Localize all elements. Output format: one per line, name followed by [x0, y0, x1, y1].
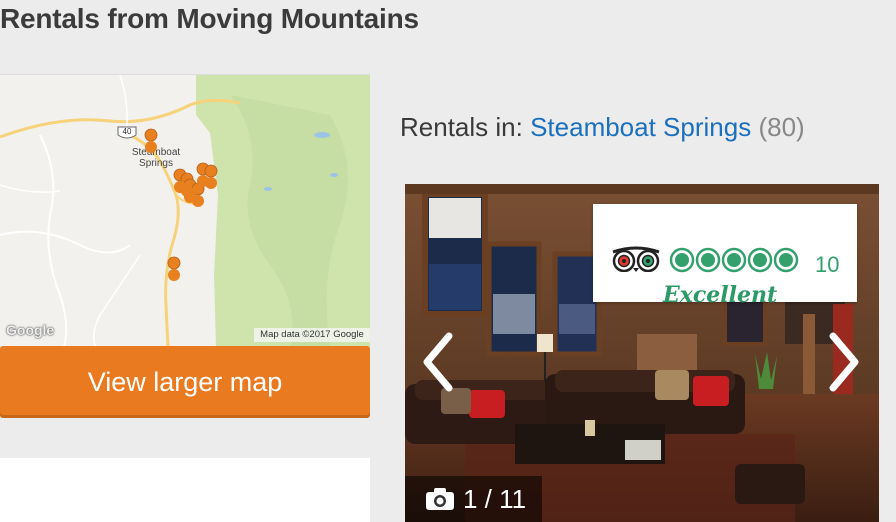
chevron-right-icon[interactable] [823, 330, 863, 394]
chevron-left-icon[interactable] [419, 330, 459, 394]
tripadvisor-owl-icon [612, 246, 660, 272]
rating-bubble-fill [675, 253, 689, 267]
rating-bubble-fill [701, 253, 715, 267]
map-panel[interactable]: 40 Steamboat Springs [0, 74, 370, 347]
rating-bubble-fill [727, 253, 741, 267]
highway-label: 40 [123, 127, 132, 136]
rating-bubbles [669, 247, 799, 273]
page-title: Rentals from Moving Mountains [0, 3, 419, 34]
photo-counter-text: 1 / 11 [463, 484, 527, 514]
map-pin [204, 164, 218, 178]
city-label-2: Springs [139, 158, 173, 169]
map-image[interactable]: 40 Steamboat Springs [0, 75, 370, 347]
rating-box[interactable]: 10 Excellent [593, 204, 857, 308]
rentals-location-link[interactable]: Steamboat Springs [530, 112, 751, 142]
rating-bubble-fill [779, 253, 793, 267]
photo-counter[interactable]: 1 / 11 [405, 476, 543, 522]
rentals-count: (80) [758, 112, 805, 142]
sidebar-panel [0, 458, 370, 522]
rating-label: Excellent [663, 282, 778, 308]
view-larger-map-button[interactable]: View larger map [0, 346, 370, 418]
google-logo: Google [6, 322, 55, 338]
map-pin [167, 256, 181, 270]
camera-icon [426, 488, 454, 510]
rentals-heading: Rentals in: Steamboat Springs (80) [400, 110, 805, 144]
review-count[interactable]: 10 [815, 252, 839, 278]
map-credit[interactable]: Map data ©2017 Google [254, 328, 370, 342]
listing-photo-card[interactable]: 10 Excellent 1 / 11 [405, 184, 879, 522]
rentals-prefix: Rentals in: [400, 112, 523, 142]
rating-bubble-fill [753, 253, 767, 267]
